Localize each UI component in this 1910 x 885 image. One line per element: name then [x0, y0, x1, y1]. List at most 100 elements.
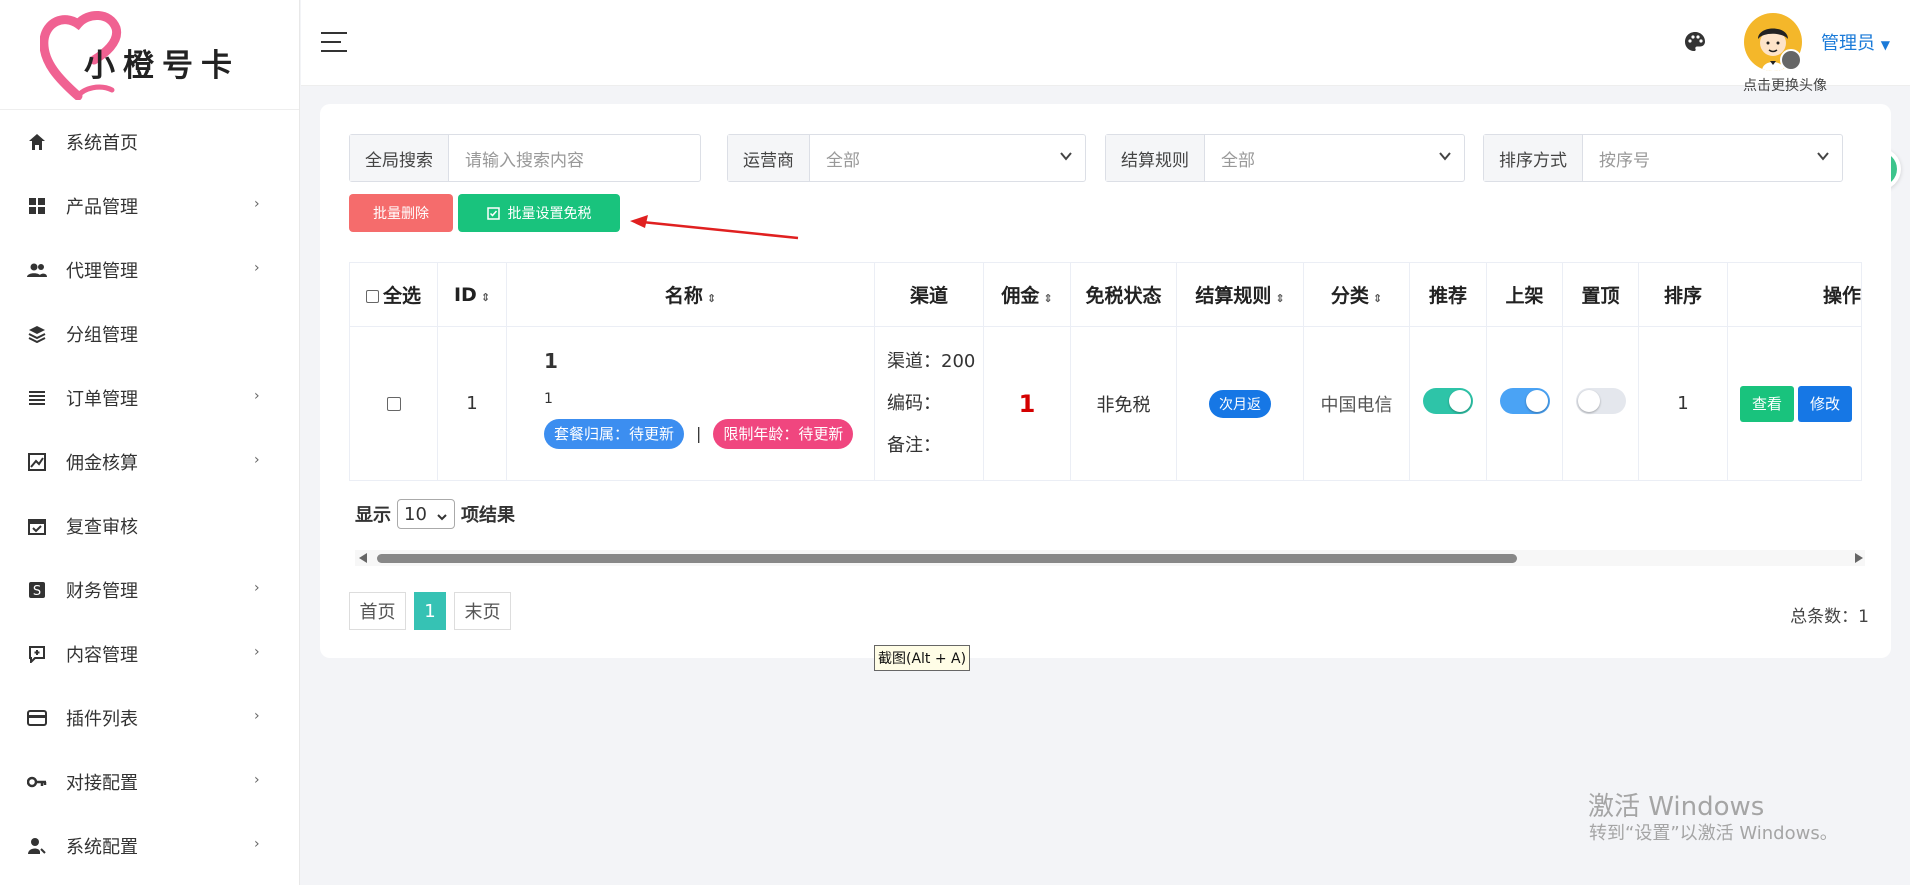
row-pinned-cell	[1562, 326, 1639, 481]
scroll-right-icon[interactable]	[1855, 553, 1863, 563]
scroll-thumb[interactable]	[377, 554, 1517, 563]
col-id[interactable]: ID ⇕	[437, 262, 507, 327]
carrier-value: 全部	[826, 150, 860, 171]
col-settlement-label: 结算规则	[1195, 285, 1272, 307]
col-operations: 操作	[1727, 262, 1862, 327]
sort-icon: ⇕	[1043, 292, 1053, 305]
col-name-label: 名称	[664, 285, 703, 307]
sidebar-item-label: 对接配置	[66, 773, 138, 794]
brand-logo[interactable]: 小橙号卡	[0, 0, 299, 110]
admin-dropdown[interactable]: 管理员 ▼	[1821, 29, 1890, 55]
show-label: 显示	[355, 505, 391, 526]
admin-name: 管理员	[1821, 33, 1875, 54]
sidebar-item-integration[interactable]: 对接配置 ›	[0, 750, 299, 814]
search-input[interactable]: 请输入搜索内容	[449, 135, 700, 181]
sort-icon: ⇕	[706, 292, 717, 305]
row-select-cell	[349, 326, 438, 481]
col-category[interactable]: 分类 ⇕	[1303, 262, 1410, 327]
listed-toggle[interactable]	[1499, 388, 1550, 414]
row-channel-cell: 渠道：200 编码： 备注：	[874, 326, 984, 481]
chevron-right-icon: ›	[254, 196, 260, 212]
chevron-right-icon: ›	[254, 580, 260, 596]
chevron-down-icon	[1816, 148, 1830, 168]
list-icon	[26, 387, 48, 409]
row-settlement-cell: 次月返	[1176, 326, 1304, 481]
sort-icon: ⇕	[1372, 292, 1383, 305]
sort-filter: 排序方式 按序号	[1483, 134, 1843, 182]
sidebar-item-home[interactable]: 系统首页	[0, 110, 299, 174]
tag-attribution: 套餐归属：待更新	[544, 418, 685, 449]
sidebar-item-orders[interactable]: 订单管理 ›	[0, 366, 299, 430]
checkbox[interactable]	[365, 290, 379, 303]
row-checkbox[interactable]	[386, 397, 401, 411]
camera-icon[interactable]	[1780, 49, 1802, 71]
row-tax-status: 非免税	[1070, 326, 1177, 481]
row-note: 备注：	[887, 434, 941, 456]
batch-tax-free-button[interactable]: 批量设置免税	[458, 194, 620, 232]
pagination: 首页 1 末页	[349, 592, 519, 630]
sidebar-item-plugins[interactable]: 插件列表 ›	[0, 686, 299, 750]
sidebar-item-agents[interactable]: 代理管理 ›	[0, 238, 299, 302]
sidebar-item-label: 系统配置	[66, 837, 138, 858]
sort-value: 按序号	[1599, 150, 1650, 171]
first-page-button[interactable]: 首页	[349, 592, 406, 630]
sidebar-item-label: 产品管理	[66, 197, 138, 218]
last-page-button[interactable]: 末页	[454, 592, 511, 630]
edit-button[interactable]: 修改	[1798, 385, 1853, 422]
select-all-label: 全选	[382, 285, 421, 307]
col-select-all[interactable]: 全选	[349, 262, 438, 327]
col-commission[interactable]: 佣金 ⇕	[983, 262, 1071, 327]
col-id-label: ID	[453, 283, 477, 306]
settlement-badge: 次月返	[1209, 389, 1271, 418]
recommend-toggle[interactable]	[1423, 388, 1473, 414]
palette-icon[interactable]	[1683, 30, 1707, 59]
col-channel-label: 渠道	[909, 285, 948, 307]
check-square-icon	[486, 206, 500, 220]
page-size-value: 10	[404, 503, 427, 525]
sidebar-item-label: 插件列表	[66, 709, 138, 730]
sidebar-item-settings[interactable]: 系统配置 ›	[0, 814, 299, 878]
sidebar-item-content[interactable]: 内容管理 ›	[0, 622, 299, 686]
sidebar-item-review[interactable]: 复查审核	[0, 494, 299, 558]
row-recommend-cell	[1409, 326, 1487, 481]
settlement-select[interactable]: 全部	[1205, 135, 1464, 181]
current-page-button[interactable]: 1	[414, 592, 446, 630]
chevron-down-icon	[1438, 148, 1452, 168]
sidebar-item-finance[interactable]: S 财务管理 ›	[0, 558, 299, 622]
home-icon	[26, 131, 48, 153]
batch-delete-button[interactable]: 批量删除	[349, 194, 453, 232]
menu-toggle-icon[interactable]	[321, 32, 347, 52]
carrier-select[interactable]: 全部	[810, 135, 1085, 181]
row-name-title: 1	[544, 348, 558, 373]
carrier-label: 运营商	[728, 135, 810, 181]
products-table: 全选 ID ⇕ 名称 ⇕ 渠道 佣金 ⇕ 免税状态 结算规则 ⇕ 分类 ⇕ 推荐 上架 置…	[349, 262, 1862, 481]
table-header-row: 全选 ID ⇕ 名称 ⇕ 渠道 佣金 ⇕ 免税状态 结算规则 ⇕ 分类 ⇕ 推荐 上架 置…	[349, 262, 1862, 327]
col-settlement[interactable]: 结算规则 ⇕	[1176, 262, 1304, 327]
chevron-right-icon: ›	[254, 388, 260, 404]
sidebar-item-label: 财务管理	[66, 581, 138, 602]
sidebar-item-products[interactable]: 产品管理 ›	[0, 174, 299, 238]
card-icon	[26, 707, 48, 729]
row-listed-cell	[1486, 326, 1563, 481]
result-label: 项结果	[461, 505, 515, 526]
horizontal-scrollbar[interactable]	[355, 550, 1865, 566]
settlement-value: 全部	[1221, 150, 1255, 171]
chevron-right-icon: ›	[254, 772, 260, 788]
col-order-label: 排序	[1663, 285, 1702, 307]
page-size-select[interactable]: 10	[397, 499, 455, 529]
sidebar-item-groups[interactable]: 分组管理	[0, 302, 299, 366]
chevron-right-icon: ›	[254, 452, 260, 468]
chevron-down-icon	[436, 507, 448, 528]
sidebar-item-label: 复查审核	[66, 517, 138, 538]
view-button[interactable]: 查看	[1740, 385, 1795, 422]
search-label: 全局搜索	[350, 135, 449, 181]
scroll-left-icon[interactable]	[359, 553, 367, 563]
settlement-filter: 结算规则 全部	[1105, 134, 1465, 182]
sort-select[interactable]: 按序号	[1583, 135, 1842, 181]
sidebar-item-commission[interactable]: 佣金核算 ›	[0, 430, 299, 494]
tag-age-limit: 限制年龄：待更新	[713, 418, 854, 449]
col-name[interactable]: 名称 ⇕	[506, 262, 875, 327]
sort-icon: ⇕	[480, 290, 491, 304]
tag-separator: |	[696, 424, 702, 443]
pinned-toggle[interactable]	[1575, 388, 1626, 414]
